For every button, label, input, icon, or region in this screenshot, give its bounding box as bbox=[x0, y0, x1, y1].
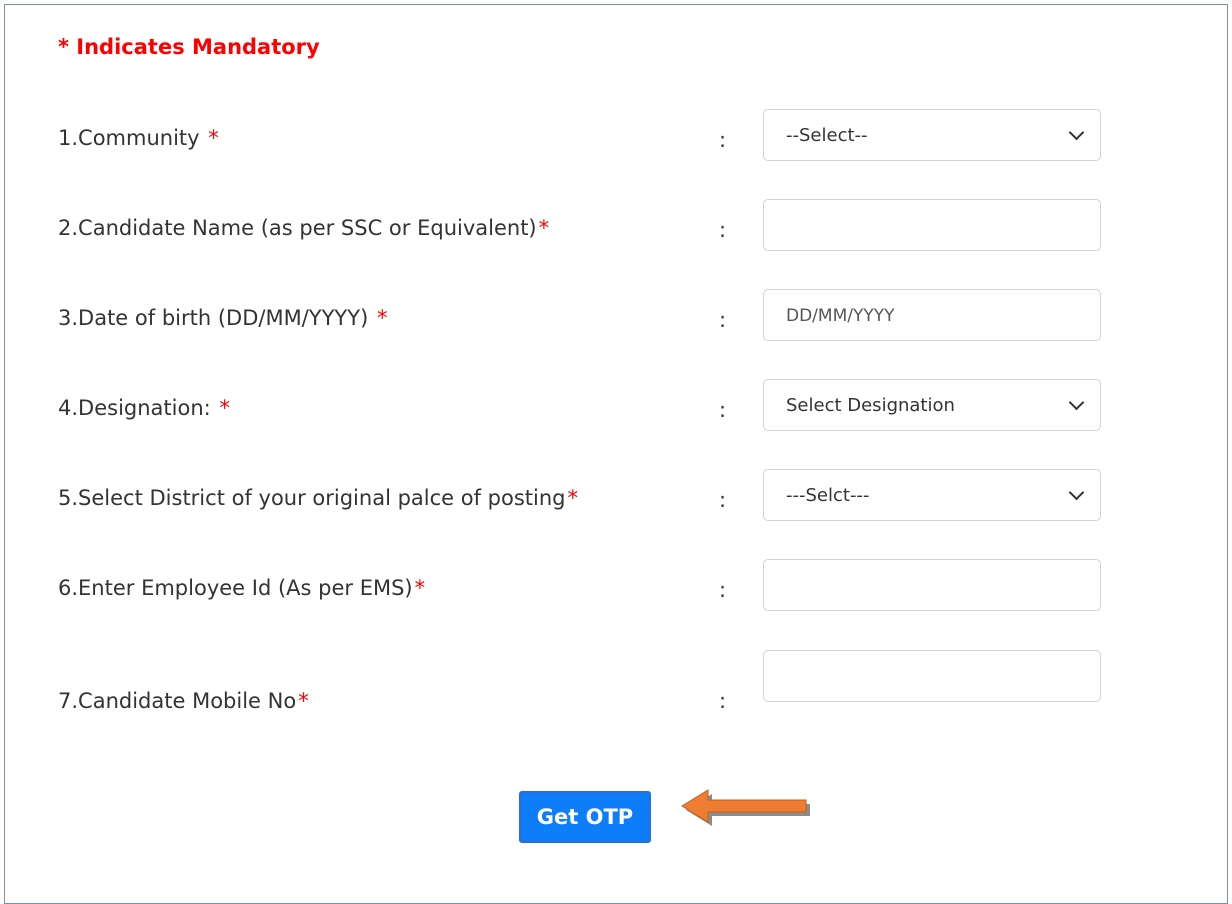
mobile-input[interactable] bbox=[763, 650, 1101, 702]
mandatory-note: * Indicates Mandatory bbox=[58, 35, 320, 59]
arrow-left-icon bbox=[681, 789, 810, 826]
colon: : bbox=[719, 218, 727, 242]
colon: : bbox=[719, 398, 727, 422]
required-star: * bbox=[376, 306, 388, 330]
community-select-value: --Select-- bbox=[786, 124, 868, 146]
colon: : bbox=[719, 689, 727, 713]
colon: : bbox=[719, 488, 727, 512]
designation-select-value: Select Designation bbox=[786, 394, 955, 416]
chevron-down-icon bbox=[1068, 484, 1085, 500]
colon: : bbox=[719, 578, 727, 602]
colon: : bbox=[719, 308, 727, 332]
required-star: * bbox=[414, 576, 426, 600]
chevron-down-icon bbox=[1068, 394, 1085, 410]
employee-id-label: 6.Enter Employee Id (As per EMS)* bbox=[58, 576, 426, 600]
get-otp-button[interactable]: Get OTP bbox=[519, 791, 651, 843]
required-star: * bbox=[538, 216, 550, 240]
employee-id-input[interactable] bbox=[763, 559, 1101, 611]
designation-select[interactable]: Select Designation bbox=[763, 379, 1101, 431]
required-star: * bbox=[219, 396, 230, 420]
chevron-down-icon bbox=[1068, 124, 1085, 140]
date-of-birth-input[interactable] bbox=[763, 289, 1101, 341]
district-label: 5.Select District of your original palce… bbox=[58, 486, 578, 510]
candidate-name-input[interactable] bbox=[763, 199, 1101, 251]
required-star: * bbox=[567, 486, 579, 510]
colon: : bbox=[719, 128, 727, 152]
required-star: * bbox=[298, 689, 309, 713]
community-select[interactable]: --Select-- bbox=[763, 109, 1101, 161]
district-select-value: ---Selct--- bbox=[786, 484, 870, 506]
district-select[interactable]: ---Selct--- bbox=[763, 469, 1101, 521]
date-of-birth-label: 3.Date of birth (DD/MM/YYYY) * bbox=[58, 306, 388, 330]
candidate-name-label: 2.Candidate Name (as per SSC or Equivale… bbox=[58, 216, 550, 240]
community-label: 1.Community * bbox=[58, 126, 219, 150]
designation-label: 4.Designation: * bbox=[58, 396, 230, 420]
required-star: * bbox=[208, 126, 219, 150]
mobile-label: 7.Candidate Mobile No* bbox=[58, 689, 309, 713]
